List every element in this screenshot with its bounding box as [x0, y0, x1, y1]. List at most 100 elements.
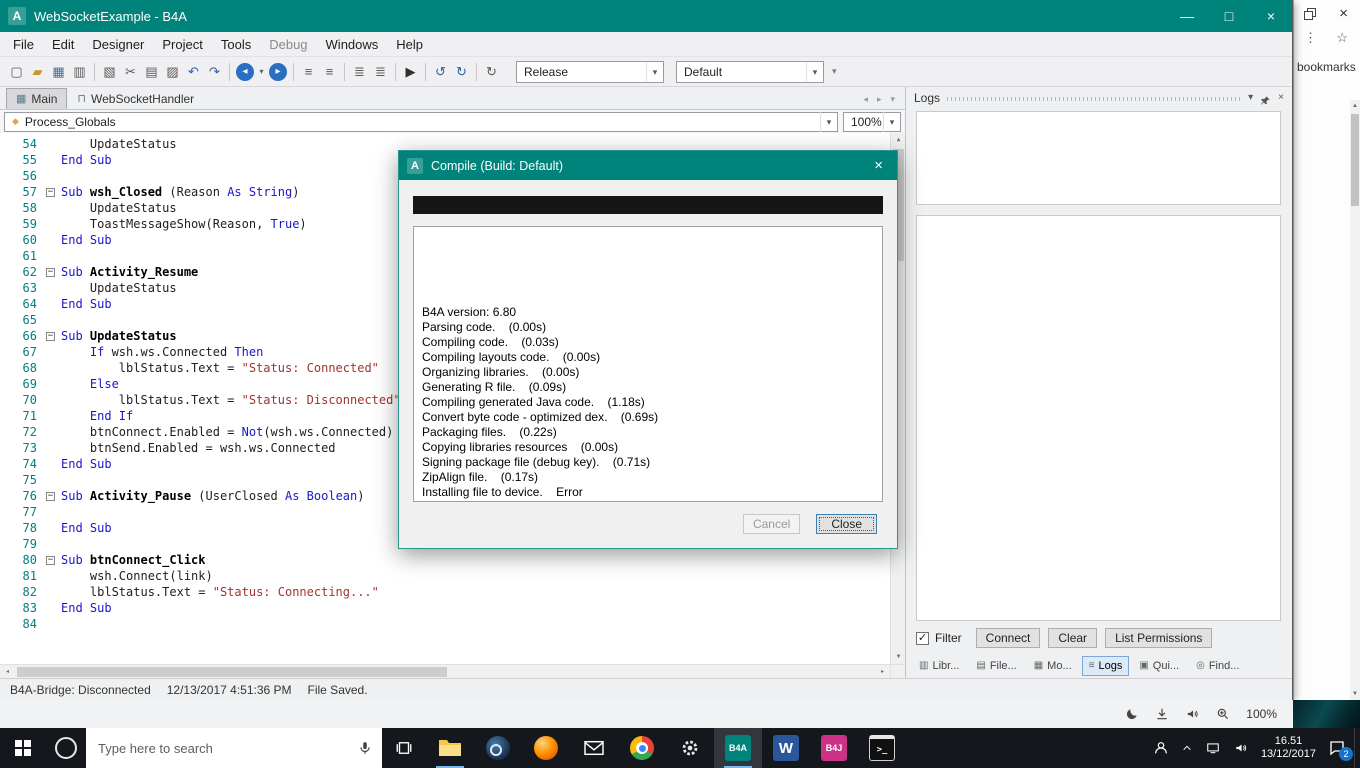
pin-icon[interactable] [1260, 90, 1271, 106]
toolbar-separator[interactable] [94, 62, 95, 81]
redo-icon[interactable]: ↷ [204, 61, 225, 83]
tab-find[interactable]: ◎ Find... [1189, 656, 1246, 676]
fold-collapse-icon[interactable]: − [46, 184, 61, 200]
editor-horizontal-scrollbar[interactable]: ◂ ▸ [0, 664, 905, 678]
build-configuration-select[interactable]: Release ▾ [516, 60, 664, 83]
undo-icon[interactable]: ↶ [183, 61, 204, 83]
scroll-left-icon[interactable]: ◂ [0, 668, 15, 675]
tab-quick[interactable]: ▣ Qui... [1132, 656, 1186, 676]
list-permissions-button[interactable]: List Permissions [1105, 628, 1213, 648]
scrollbar-thumb[interactable] [1351, 114, 1359, 206]
chevron-up-icon[interactable] [1181, 743, 1193, 753]
cortana-button[interactable] [46, 728, 86, 768]
editor-zoom-select[interactable]: 100% ▾ [843, 111, 901, 132]
taskbar-app-firefox[interactable] [522, 728, 570, 768]
taskbar-app-chrome[interactable] [618, 728, 666, 768]
toolbar-separator[interactable] [476, 62, 477, 81]
copy-icon[interactable]: ▤ [141, 61, 162, 83]
code-line[interactable]: 81 wsh.Connect(link) [0, 568, 889, 584]
panel-close-icon[interactable]: × [1278, 87, 1284, 109]
microphone-icon[interactable] [358, 740, 372, 756]
show-desktop-button[interactable] [1354, 728, 1360, 768]
navigate-forward-icon[interactable]: ▸ [269, 62, 287, 81]
maximize-button[interactable]: □ [1208, 0, 1250, 32]
menu-help[interactable]: Help [387, 32, 432, 57]
network-icon[interactable] [1205, 741, 1221, 755]
back-history-dropdown[interactable]: ▾ [256, 61, 267, 83]
chevron-down-icon[interactable]: ▾ [820, 111, 837, 132]
code-line[interactable]: 83 End Sub [0, 600, 889, 616]
code-line[interactable]: 82 lblStatus.Text = "Status: Connecting.… [0, 584, 889, 600]
toolbar-separator[interactable] [293, 62, 294, 81]
start-button[interactable] [0, 728, 46, 768]
kebab-menu-icon[interactable]: ⋮ [1304, 30, 1317, 46]
indent-icon[interactable]: ≡ [319, 61, 340, 83]
download-icon[interactable] [1155, 707, 1169, 721]
toolbar-overflow-icon[interactable]: ▾ [832, 66, 837, 77]
log-filter-box[interactable] [916, 111, 1281, 205]
designer-icon[interactable]: ▧ [99, 61, 120, 83]
compile-log[interactable]: B4A version: 6.80 Parsing code. (0.00s) Co… [413, 226, 883, 502]
tab-logs[interactable]: ≡ Logs [1081, 655, 1130, 676]
outdent-icon[interactable]: ≡ [298, 61, 319, 83]
volume-icon[interactable] [1185, 707, 1200, 721]
bookmarks-label[interactable]: bookmarks [1294, 46, 1360, 74]
tab-scroll-left-icon[interactable]: ◂ [863, 94, 868, 105]
volume-icon[interactable] [1233, 741, 1249, 755]
menu-tools[interactable]: Tools [212, 32, 260, 57]
taskbar-app-settings[interactable] [666, 728, 714, 768]
cut-icon[interactable]: ✂ [120, 61, 141, 83]
new-file-icon[interactable]: ▢ [6, 61, 27, 83]
fold-collapse-icon[interactable]: − [46, 552, 61, 568]
tab-modules[interactable]: ▦ Mo... [1027, 656, 1079, 676]
close-window-icon[interactable]: × [1339, 6, 1348, 21]
tab-libraries[interactable]: ▥ Libr... [912, 656, 966, 676]
scroll-down-icon[interactable]: ▼ [891, 650, 905, 664]
fold-collapse-icon[interactable]: − [46, 328, 61, 344]
save-icon[interactable]: ▦ [48, 61, 69, 83]
scroll-right-icon[interactable]: ▸ [875, 668, 890, 675]
fold-collapse-icon[interactable]: − [46, 264, 61, 280]
tab-websockethandler[interactable]: ⊓ WebSocketHandler [67, 88, 204, 109]
menu-file[interactable]: File [4, 32, 43, 57]
scope-select[interactable]: ◆ Process_Globals ▾ [4, 111, 838, 132]
minimize-button[interactable]: — [1166, 0, 1208, 32]
tab-main[interactable]: ▦ Main [6, 88, 68, 109]
modules-icon[interactable]: ▥ [69, 61, 90, 83]
paste-icon[interactable]: ▨ [162, 61, 183, 83]
moon-icon[interactable] [1125, 707, 1139, 721]
restart-icon[interactable]: ↻ [481, 61, 502, 83]
toolbar-separator[interactable] [395, 62, 396, 81]
build-profile-select[interactable]: Default ▾ [676, 60, 824, 83]
chevron-down-icon[interactable]: ▾ [806, 61, 823, 82]
zoom-in-icon[interactable] [1216, 707, 1230, 721]
taskbar-app-command-prompt[interactable]: >_ [858, 728, 906, 768]
taskbar-app-b4a[interactable]: B4A [714, 728, 762, 768]
menu-designer[interactable]: Designer [83, 32, 153, 57]
run-icon[interactable]: ▶ [400, 61, 421, 83]
uncomment-icon[interactable]: ≣ [370, 61, 391, 83]
taskbar-app-b4j[interactable]: B4J [810, 728, 858, 768]
rebuild-icon[interactable]: ↻ [451, 61, 472, 83]
fold-collapse-icon[interactable]: − [46, 488, 61, 504]
filter-checkbox[interactable]: ✓ [916, 631, 929, 645]
toolbar-separator[interactable] [344, 62, 345, 81]
taskbar-clock[interactable]: 16.51 13/12/2017 [1261, 735, 1316, 761]
dialog-close-icon[interactable]: × [868, 157, 889, 174]
panel-menu-icon[interactable]: ▾ [1248, 87, 1253, 109]
close-button[interactable]: × [1250, 0, 1292, 32]
scroll-up-icon[interactable]: ▲ [891, 133, 905, 147]
comment-icon[interactable]: ≣ [349, 61, 370, 83]
bookmark-star-icon[interactable]: ☆ [1336, 30, 1348, 46]
menu-windows[interactable]: Windows [317, 32, 388, 57]
chevron-down-icon[interactable]: ▾ [646, 61, 663, 82]
tab-scroll-right-icon[interactable]: ▸ [877, 94, 882, 105]
open-project-icon[interactable]: ▰ [27, 61, 48, 83]
tab-files[interactable]: ▤ File... [969, 656, 1023, 676]
taskbar-app-mail[interactable] [570, 728, 618, 768]
people-icon[interactable] [1153, 740, 1169, 756]
navigate-back-icon[interactable]: ◂ [236, 62, 254, 81]
scroll-up-icon[interactable]: ▲ [1350, 100, 1360, 112]
action-center-button[interactable]: 2 [1328, 739, 1353, 761]
restore-window-icon[interactable] [1304, 8, 1316, 20]
